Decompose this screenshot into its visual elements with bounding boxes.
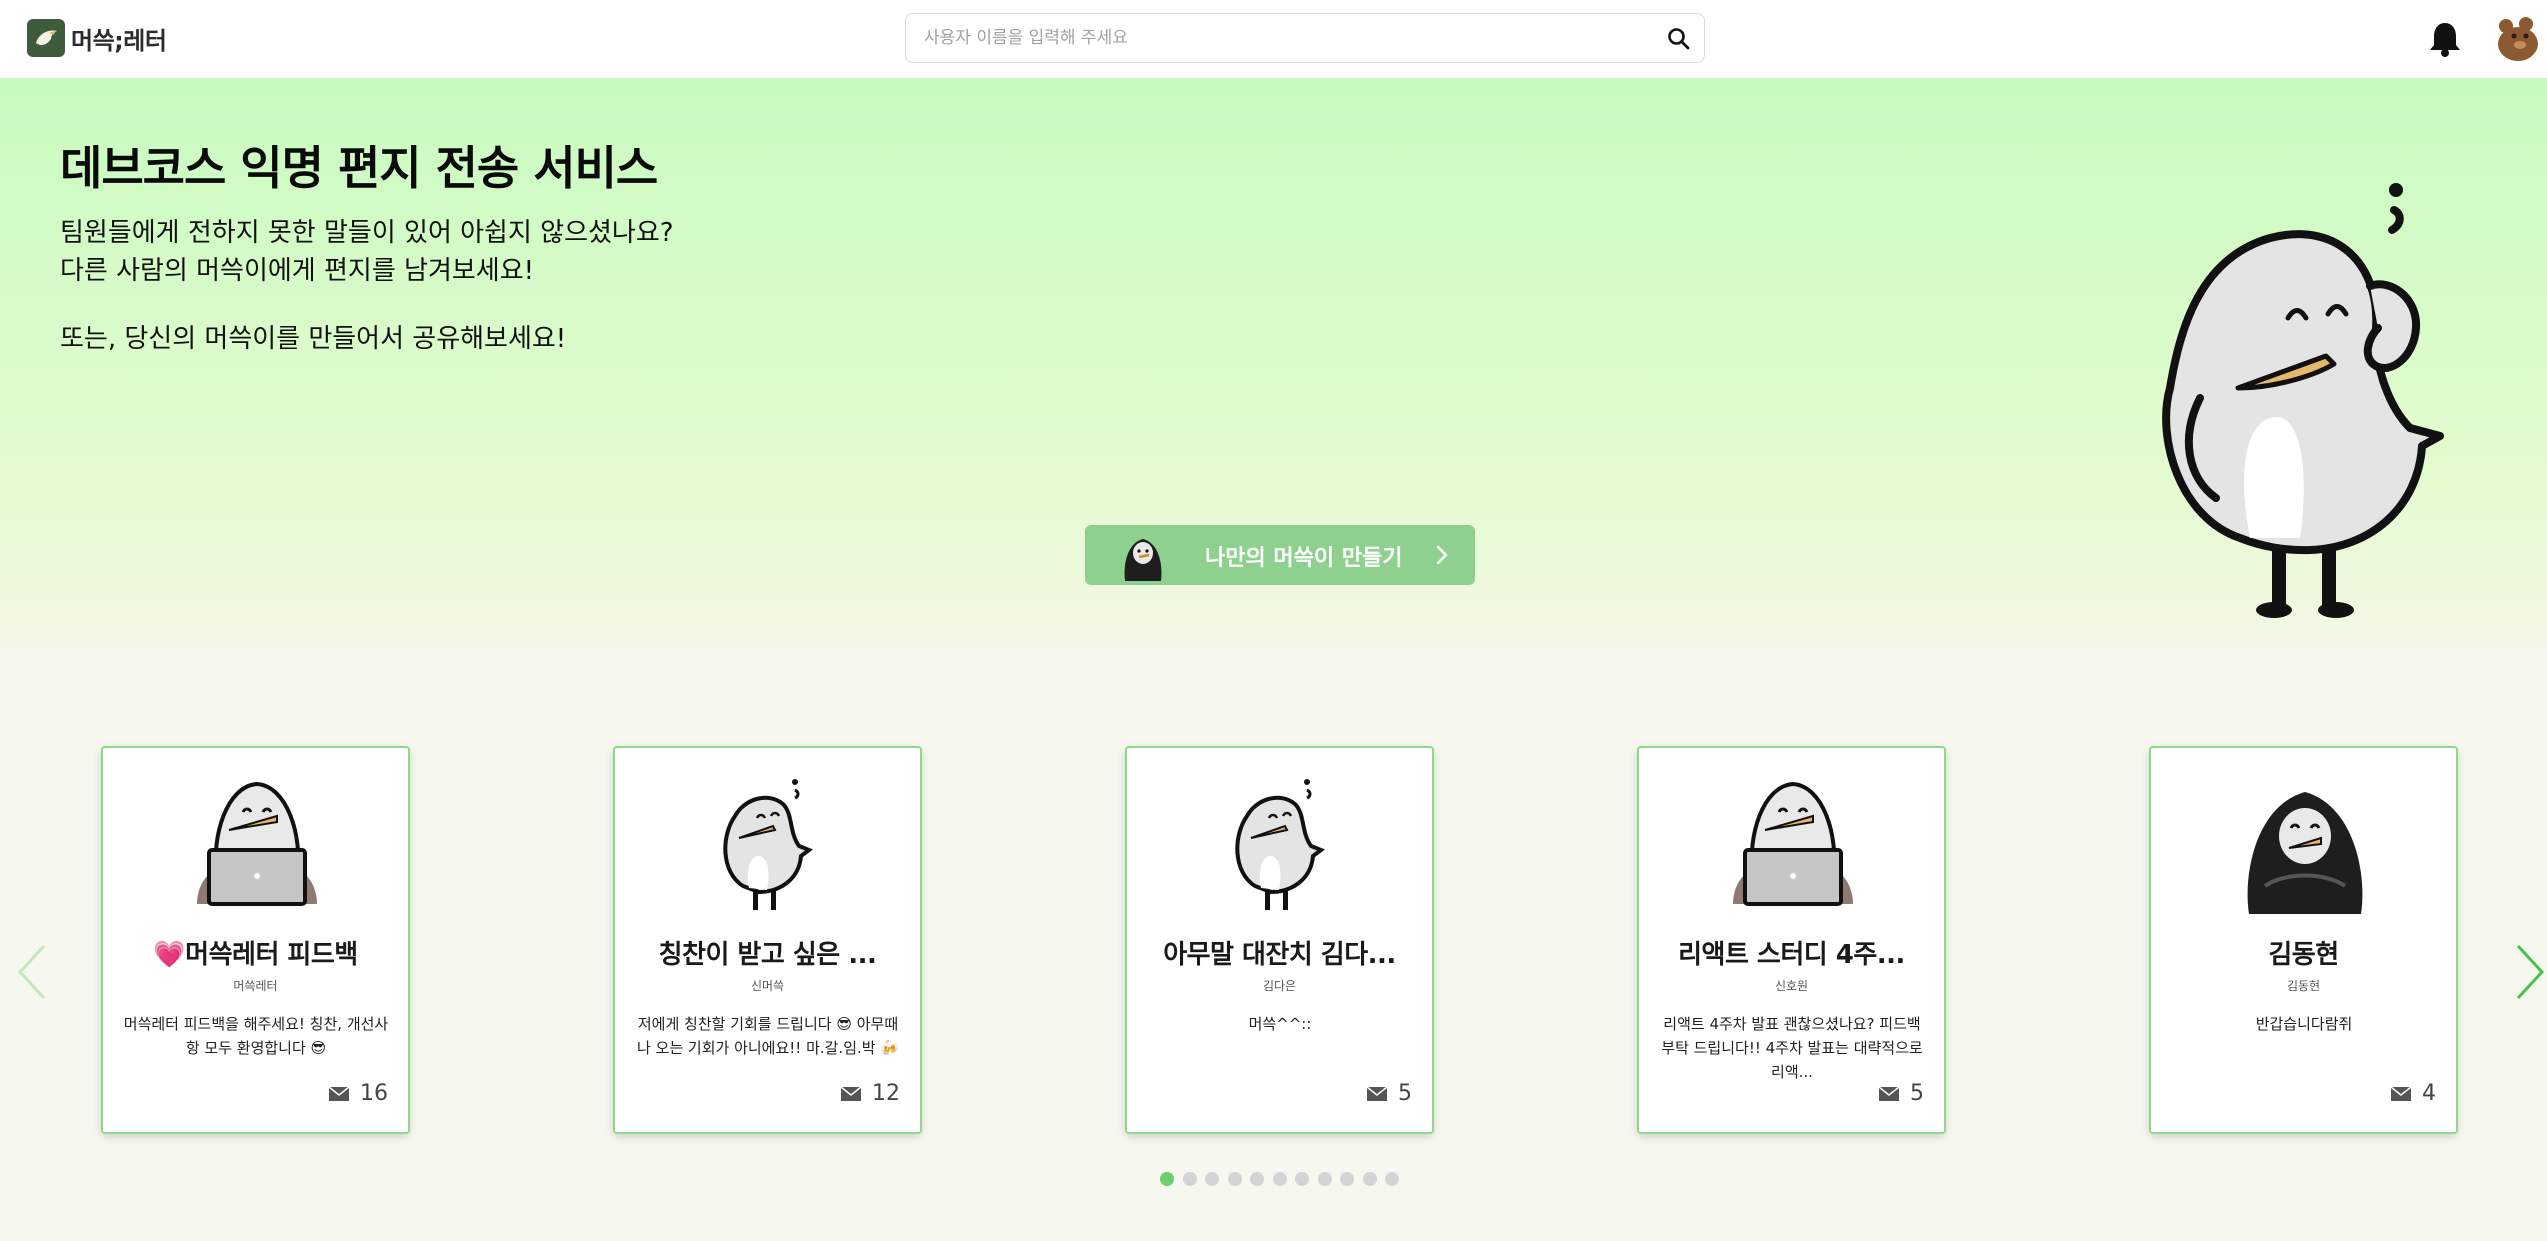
letter-count: 16 bbox=[328, 1081, 388, 1106]
card-author: 신호원 bbox=[1774, 979, 1809, 993]
letter-count-value: 12 bbox=[872, 1081, 900, 1106]
letter-count-value: 5 bbox=[1910, 1081, 1924, 1106]
hero-banner: 데브코스 익명 편지 전송 서비스 팀원들에게 전하지 못한 말들이 있어 아쉽… bbox=[0, 78, 2547, 648]
pagination-dot[interactable] bbox=[1385, 1172, 1399, 1186]
user-avatar[interactable] bbox=[2492, 14, 2540, 62]
card-description: 머쓱레터 피드백을 해주세요! 칭찬, 개선사항 모두 환영합니다 😎 bbox=[123, 1015, 389, 1057]
card-description: 저에게 칭찬할 기회를 드립니다 😎 아무때나 오는 기회가 아니에요!! 마.… bbox=[636, 1015, 900, 1057]
create-my-bird-label: 나만의 머쓱이 만들기 bbox=[1205, 546, 1403, 571]
card-author: 김동현 bbox=[2286, 979, 2321, 993]
notification-bell-icon[interactable] bbox=[2428, 20, 2462, 58]
letterbox-card[interactable]: 💗머쓱레터 피드백 머쓱레터 머쓱레터 피드백을 해주세요! 칭찬, 개선사항 … bbox=[101, 746, 410, 1134]
thinking-bird-illustration bbox=[2162, 183, 2444, 618]
card-title: 아무말 대잔치 김다... bbox=[1163, 940, 1396, 970]
letterbox-card[interactable]: 김동현 김동현 반갑습니다람쥐 4 bbox=[2149, 746, 2458, 1134]
thinking-bird-icon bbox=[1235, 779, 1326, 910]
card-description: 리액트 4주차 발표 괜찮으셨나요? 피드백 부탁 드립니다!! 4주차 발표는… bbox=[1661, 1015, 1923, 1081]
pagination-dot[interactable] bbox=[1205, 1172, 1219, 1186]
pagination-dot[interactable] bbox=[1317, 1172, 1332, 1186]
thinking-bird-icon bbox=[723, 779, 814, 910]
card-author: 머쓱레터 bbox=[233, 979, 278, 993]
card-title: 김동현 bbox=[2268, 940, 2339, 970]
hero-description-line-3: 또는, 당신의 머쓱이를 만들어서 공유해보세요! bbox=[60, 324, 567, 354]
search-bar bbox=[905, 13, 1705, 63]
letter-count-value: 5 bbox=[1398, 1081, 1412, 1106]
logo-bird-icon bbox=[27, 19, 65, 57]
letter-count: 5 bbox=[1878, 1081, 1924, 1106]
hero-description-line-1: 팀원들에게 전하지 못한 말들이 있어 아쉽지 않으셨나요? bbox=[60, 218, 674, 248]
letter-count-value: 16 bbox=[360, 1081, 388, 1106]
mail-icon bbox=[840, 1085, 862, 1101]
header: 머쓱;레터 bbox=[0, 0, 2547, 78]
pagination-dot[interactable] bbox=[1362, 1172, 1377, 1186]
laptop-bird-icon bbox=[197, 781, 317, 906]
chevron-right-icon bbox=[1436, 545, 1448, 565]
pagination-dot[interactable] bbox=[1160, 1172, 1174, 1186]
mail-icon bbox=[328, 1085, 350, 1101]
pagination-dot[interactable] bbox=[1272, 1172, 1287, 1186]
card-title: 💗머쓱레터 피드백 bbox=[153, 940, 358, 970]
pagination-dot[interactable] bbox=[1340, 1172, 1354, 1186]
letter-count: 12 bbox=[840, 1081, 900, 1106]
hoodie-bird-icon bbox=[1124, 539, 1162, 581]
letterbox-card[interactable]: 아무말 대잔치 김다... 김다은 머쓱^^:: 5 bbox=[1125, 746, 1434, 1134]
card-description: 반갑습니다람쥐 bbox=[2255, 1015, 2353, 1033]
carousel-next-arrow-icon[interactable] bbox=[2510, 942, 2547, 1002]
laptop-bird-icon bbox=[1733, 781, 1853, 906]
hoodie-bird-icon bbox=[2247, 792, 2363, 914]
search-input[interactable] bbox=[924, 14, 1644, 62]
mail-icon bbox=[1366, 1085, 1388, 1101]
logo-text: 머쓱;레터 bbox=[71, 26, 167, 55]
card-description: 머쓱^^:: bbox=[1248, 1015, 1312, 1033]
card-title: 칭찬이 받고 싶은 ... bbox=[658, 940, 877, 970]
hero-description-line-2: 다른 사람의 머쓱이에게 편지를 남겨보세요! bbox=[60, 256, 535, 286]
pagination-dot[interactable] bbox=[1182, 1172, 1197, 1186]
search-icon[interactable] bbox=[1666, 26, 1692, 52]
pagination-dot[interactable] bbox=[1227, 1172, 1242, 1186]
mail-icon bbox=[1878, 1085, 1900, 1101]
carousel-prev-arrow-icon[interactable] bbox=[12, 942, 52, 1002]
letter-count: 4 bbox=[2390, 1081, 2436, 1106]
card-author: 김다은 bbox=[1262, 979, 1297, 993]
create-my-bird-button[interactable]: 나만의 머쓱이 만들기 bbox=[1085, 525, 1475, 585]
hero-title: 데브코스 익명 편지 전송 서비스 bbox=[60, 141, 658, 195]
pagination-dot[interactable] bbox=[1250, 1172, 1264, 1186]
pagination-dot[interactable] bbox=[1295, 1172, 1309, 1186]
letter-count: 5 bbox=[1366, 1081, 1412, 1106]
card-author: 신머쓱 bbox=[750, 979, 785, 993]
letterbox-card[interactable]: 칭찬이 받고 싶은 ... 신머쓱 저에게 칭찬할 기회를 드립니다 😎 아무때… bbox=[613, 746, 922, 1134]
card-title: 리액트 스터디 4주... bbox=[1678, 940, 1905, 970]
letterbox-card[interactable]: 리액트 스터디 4주... 신호원 리액트 4주차 발표 괜찮으셨나요? 피드백… bbox=[1637, 746, 1946, 1134]
logo[interactable]: 머쓱;레터 bbox=[27, 19, 167, 57]
mail-icon bbox=[2390, 1085, 2412, 1101]
carousel-pagination bbox=[1160, 1172, 1408, 1186]
letter-count-value: 4 bbox=[2422, 1081, 2436, 1106]
